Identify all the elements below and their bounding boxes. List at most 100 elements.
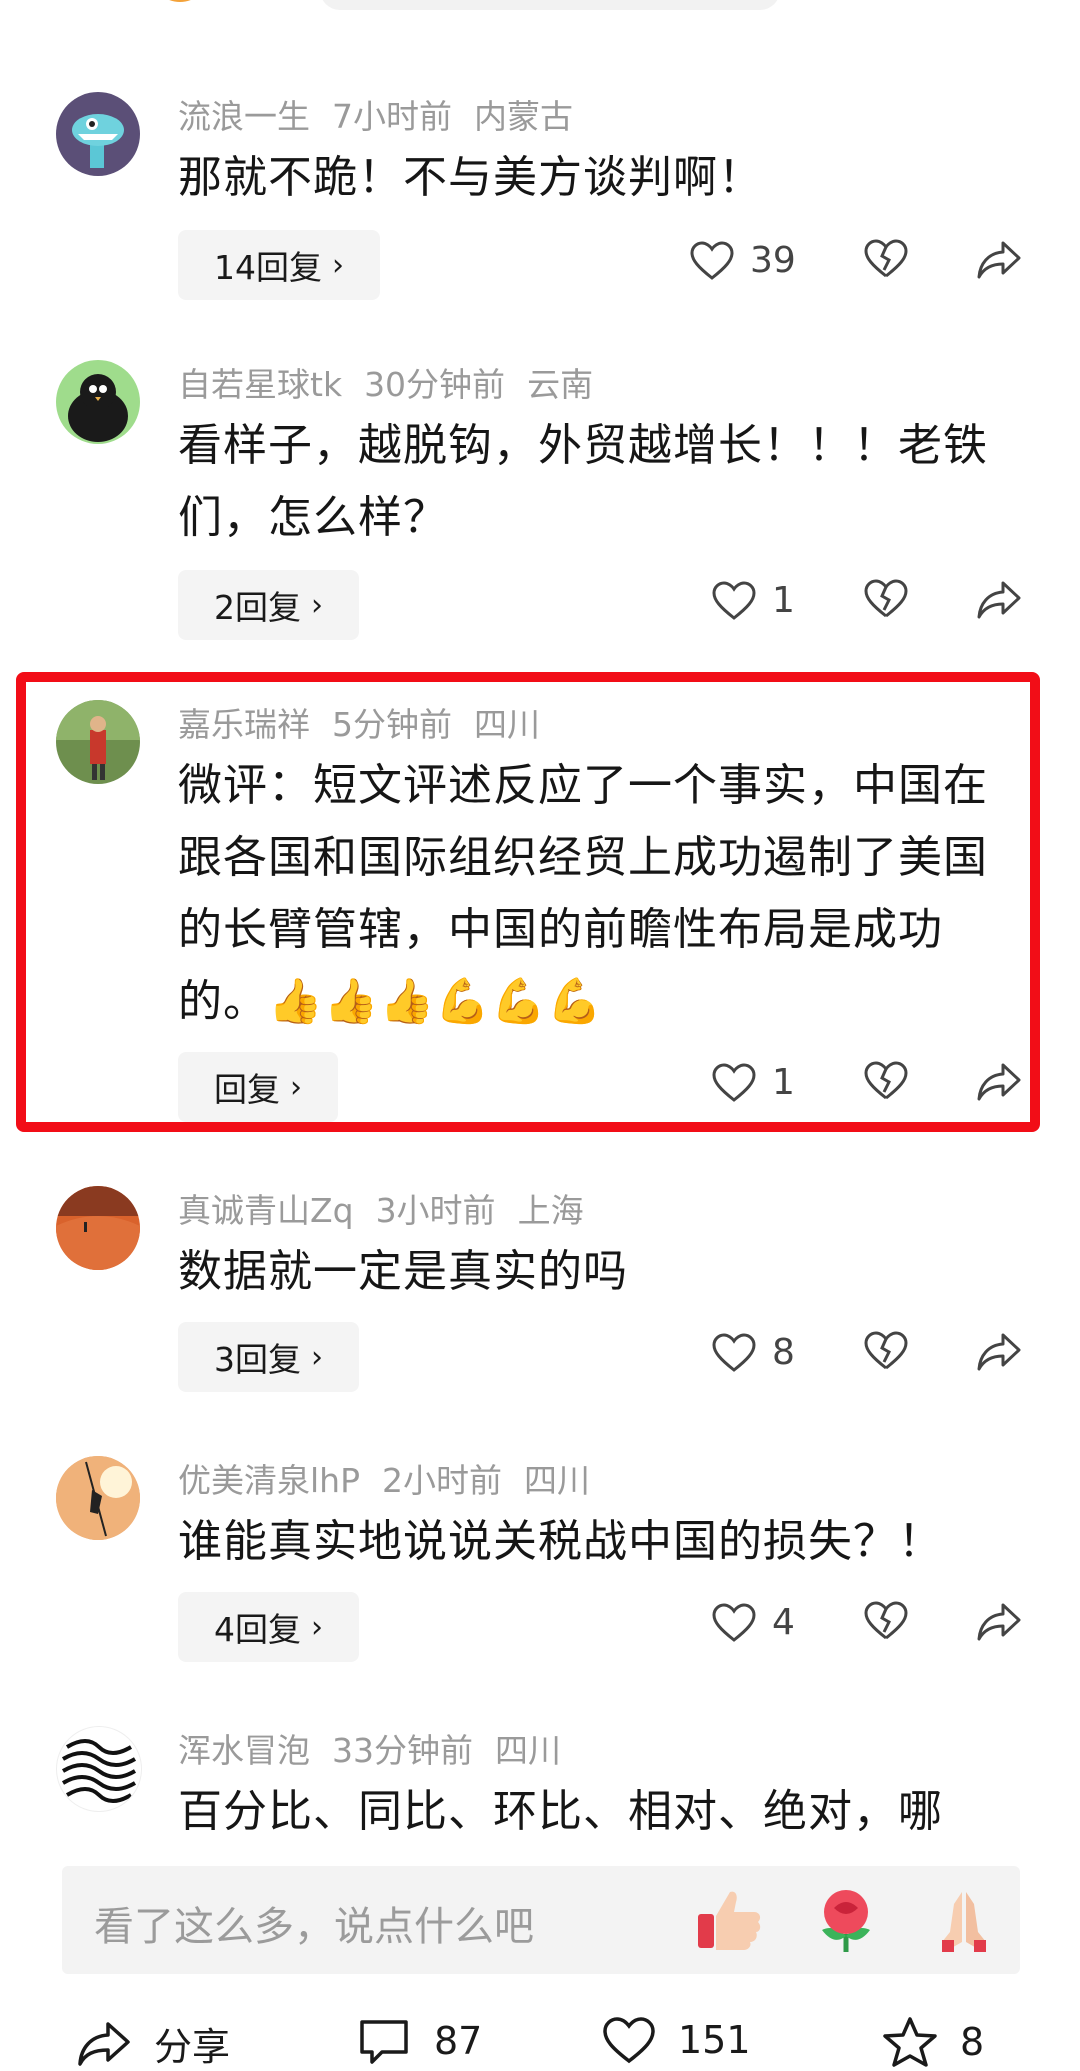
dislike-button[interactable]	[864, 1060, 912, 1108]
timestamp: 5分钟前	[332, 705, 452, 744]
broken-heart-icon	[864, 1061, 908, 1100]
username[interactable]: 真诚青山Zq	[178, 1191, 354, 1230]
comment-text: 看样子，越脱钩，外贸越增长！！！老铁们，怎么样？	[178, 420, 988, 543]
share-button[interactable]	[976, 1332, 1024, 1380]
like-action[interactable]: 151	[602, 2016, 751, 2064]
avatar[interactable]	[56, 1456, 140, 1540]
like-button[interactable]: 1	[712, 1062, 795, 1103]
comment-action[interactable]: 87	[356, 2016, 482, 2066]
reply-button[interactable]: 2回复 ›	[178, 570, 359, 640]
share-arrow-icon	[977, 1603, 1021, 1641]
reply-button[interactable]: 14回复 ›	[178, 230, 380, 300]
thumbs-up-icon: 👍	[268, 976, 324, 1027]
comment-text: 谁能真实地说说关税战中国的损失？！	[178, 1516, 943, 1567]
username[interactable]: 嘉乐瑞祥	[178, 705, 310, 744]
chevron-right-icon: ›	[290, 1069, 302, 1105]
broken-heart-icon	[864, 1331, 908, 1370]
reply-label: 回复	[214, 1070, 280, 1109]
location: 四川	[523, 1461, 590, 1500]
share-button[interactable]	[976, 580, 1024, 628]
comment-text: 百分比、同比、环比、相对、绝对，哪	[178, 1786, 943, 1837]
comment-meta: 优美清泉lhP 2小时前 四川	[178, 1454, 612, 1502]
share-button[interactable]	[976, 240, 1024, 288]
avatar[interactable]	[56, 700, 140, 784]
reply-button[interactable]: 3回复 ›	[178, 1322, 359, 1392]
reply-button[interactable]: 回复 ›	[178, 1052, 338, 1122]
chevron-right-icon: ›	[311, 587, 323, 623]
location: 上海	[517, 1191, 584, 1230]
broken-heart-icon	[864, 579, 908, 618]
chevron-right-icon: ›	[311, 1609, 323, 1645]
like-button[interactable]: 39	[690, 240, 796, 281]
comment-text: 那就不跪！不与美方谈判啊！	[178, 152, 763, 203]
share-arrow-icon	[977, 1333, 1021, 1371]
like-count: 1	[772, 1062, 795, 1103]
comment-text: 数据就一定是真实的吗	[178, 1246, 628, 1297]
like-button[interactable]: 1	[712, 580, 795, 621]
username[interactable]: 自若星球tk	[178, 365, 342, 404]
comment-bubble-icon	[360, 2020, 408, 2064]
dislike-button[interactable]	[864, 1330, 912, 1378]
dislike-button[interactable]	[864, 578, 912, 626]
location: 内蒙古	[474, 97, 573, 136]
share-arrow-icon	[977, 581, 1021, 619]
timestamp: 3小时前	[375, 1191, 496, 1230]
heart-icon	[603, 2017, 655, 2064]
like-count: 4	[772, 1602, 795, 1643]
reply-label: 14回复	[214, 248, 322, 287]
comment-meta: 流浪一生 7小时前 内蒙古	[178, 90, 595, 138]
like-count: 8	[772, 1332, 795, 1373]
avatar[interactable]	[56, 1186, 140, 1270]
comment-input-placeholder: 看了这么多，说点什么吧	[94, 1904, 534, 1950]
flexed-biceps-icon: 💪	[435, 976, 492, 1027]
broken-heart-icon	[864, 1601, 908, 1640]
dislike-button[interactable]	[864, 1600, 912, 1648]
avatar-fragment	[150, 0, 210, 2]
location: 四川	[474, 705, 540, 744]
comment-meta: 浑水冒泡 33分钟前 四川	[178, 1724, 583, 1772]
timestamp: 30分钟前	[364, 365, 506, 404]
praying-hands-emoji-button[interactable]	[928, 1884, 1000, 1956]
share-arrow-icon	[977, 241, 1021, 279]
comment-input[interactable]: 看了这么多，说点什么吧	[62, 1866, 1020, 1974]
username[interactable]: 流浪一生	[178, 97, 310, 136]
reply-pill-fragment	[320, 0, 780, 10]
heart-icon	[712, 580, 756, 620]
reply-label: 3回复	[214, 1340, 301, 1379]
thumbs-up-icon: 👍	[323, 976, 380, 1027]
share-action[interactable]: 分享	[76, 2016, 230, 2071]
share-label: 分享	[154, 2025, 231, 2069]
thumbs-up-emoji-button[interactable]	[692, 1884, 764, 1956]
flexed-biceps-icon: 💪	[546, 976, 603, 1027]
rose-emoji-button[interactable]	[810, 1884, 882, 1956]
location: 云南	[527, 365, 594, 404]
heart-icon	[712, 1062, 756, 1102]
comment-meta: 嘉乐瑞祥 5分钟前 四川	[178, 698, 562, 746]
reply-label: 2回复	[214, 588, 301, 627]
broken-heart-icon	[864, 239, 908, 278]
emoji-row: 👍👍👍💪💪💪	[268, 976, 603, 1027]
thumbs-up-icon: 👍	[379, 976, 436, 1027]
like-count: 1	[772, 580, 795, 621]
flexed-biceps-icon: 💪	[491, 976, 547, 1027]
share-button[interactable]	[976, 1602, 1024, 1650]
avatar[interactable]	[56, 1726, 142, 1812]
chevron-right-icon: ›	[311, 1339, 323, 1375]
comment-count: 87	[434, 2019, 483, 2063]
favorite-action[interactable]: 8	[882, 2016, 984, 2068]
comment-meta: 真诚青山Zq 3小时前 上海	[178, 1184, 606, 1232]
reply-button[interactable]: 4回复 ›	[178, 1592, 359, 1662]
avatar[interactable]	[56, 92, 140, 176]
bottom-action-bar: 分享 87 151 8	[0, 2008, 1080, 2071]
reply-label: 4回复	[214, 1610, 301, 1649]
dislike-button[interactable]	[864, 238, 912, 286]
timestamp: 33分钟前	[332, 1731, 473, 1770]
username[interactable]: 浑水冒泡	[178, 1731, 310, 1770]
username[interactable]: 优美清泉lhP	[178, 1461, 360, 1500]
share-button[interactable]	[976, 1062, 1024, 1110]
chevron-right-icon: ›	[332, 247, 344, 283]
like-button[interactable]: 8	[712, 1332, 795, 1373]
avatar[interactable]	[56, 360, 140, 444]
like-button[interactable]: 4	[712, 1602, 795, 1643]
like-count: 151	[678, 2018, 751, 2062]
